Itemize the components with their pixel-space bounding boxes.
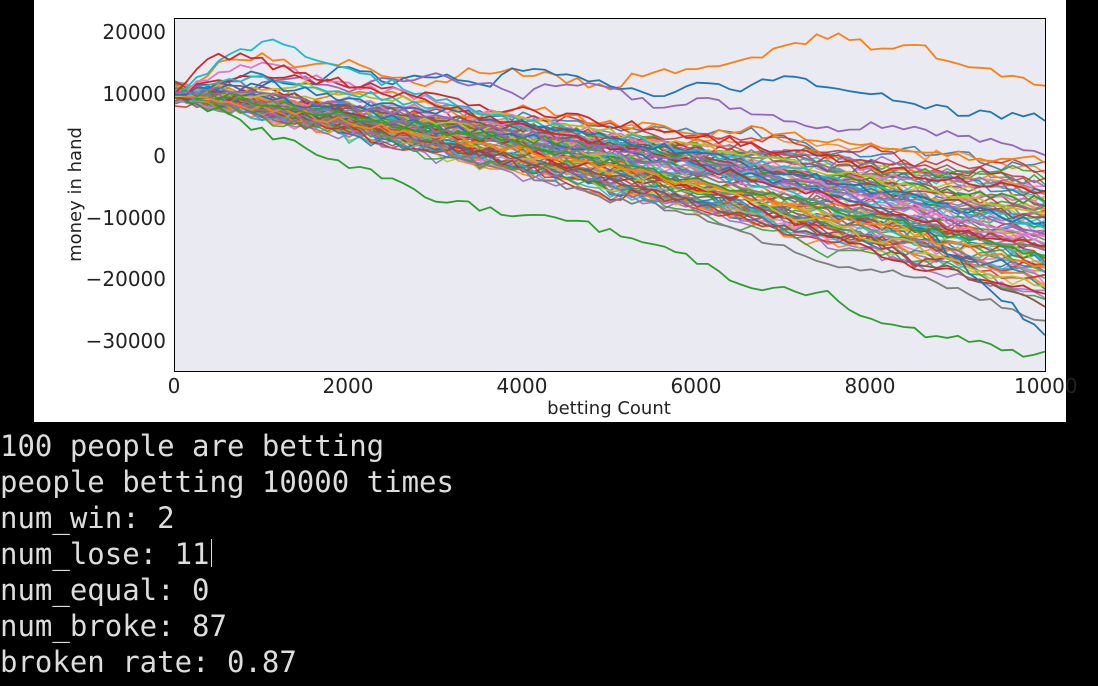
console-line-2: people betting 10000 times <box>0 465 454 499</box>
ytick-20000: 20000 <box>76 20 166 44</box>
console-line-5: num_equal: 0 <box>0 573 210 607</box>
chart-figure: 20000 10000 0 −10000 −20000 −30000 0 200… <box>34 0 1066 422</box>
console-output: 100 people are betting people betting 10… <box>0 428 1098 680</box>
plot-area <box>174 18 1046 372</box>
console-line-4: num_lose: 11 <box>0 537 210 571</box>
xtick-8000: 8000 <box>840 374 900 398</box>
ytick-10000: 10000 <box>76 82 166 106</box>
ytick-0: 0 <box>76 144 166 168</box>
ytick--10000: −10000 <box>76 206 166 230</box>
console-line-1: 100 people are betting <box>0 429 384 463</box>
xtick-2000: 2000 <box>318 374 378 398</box>
xtick-4000: 4000 <box>492 374 552 398</box>
console-line-3: num_win: 2 <box>0 501 175 535</box>
console-line-7: broken rate: 0.87 <box>0 645 297 679</box>
x-axis-label: betting Count <box>174 398 1044 419</box>
xtick-10000: 10000 <box>1014 374 1074 398</box>
console-line-6: num_broke: 87 <box>0 609 227 643</box>
y-axis-label: money in hand <box>64 18 86 370</box>
chart-lines <box>175 19 1045 371</box>
xtick-6000: 6000 <box>666 374 726 398</box>
ytick--30000: −30000 <box>76 329 166 353</box>
xtick-0: 0 <box>144 374 204 398</box>
ytick--20000: −20000 <box>76 267 166 291</box>
text-cursor <box>211 539 212 567</box>
